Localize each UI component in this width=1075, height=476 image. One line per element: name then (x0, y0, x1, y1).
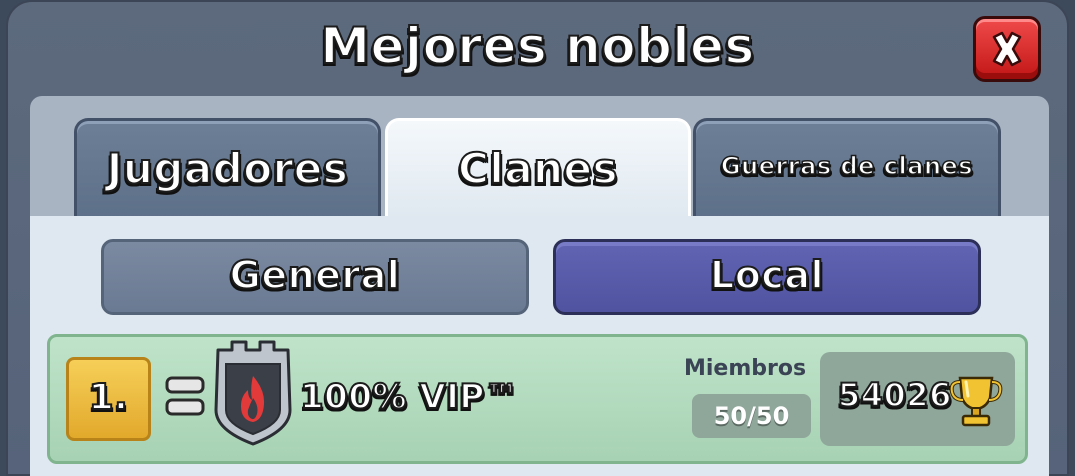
tab-clanes[interactable]: Clanes (385, 118, 691, 220)
rank-badge: 1. (66, 357, 151, 441)
scope-general-button[interactable]: General (101, 239, 529, 315)
scope-local-label: Local (709, 252, 825, 298)
clan-name: 100% VIP™ (299, 376, 520, 418)
tab-label: Jugadores (106, 143, 349, 194)
tab-label: Clanes (457, 143, 618, 194)
trophy-icon (949, 376, 1003, 427)
members-label: Miembros (684, 356, 807, 381)
tab-label: Guerras de clanes (720, 151, 974, 181)
tab-guerras-de-clanes[interactable]: Guerras de clanes (693, 118, 1001, 218)
no-change-equals-icon (165, 376, 205, 416)
trophy-count: 54026 (837, 375, 952, 415)
window-title: Mejores nobles (319, 16, 755, 76)
close-button[interactable] (973, 16, 1041, 82)
close-x-icon (992, 31, 1022, 67)
tab-jugadores[interactable]: Jugadores (74, 118, 381, 218)
clan-badge-flame-icon (214, 340, 292, 446)
scope-local-button[interactable]: Local (553, 239, 981, 315)
scope-general-label: General (229, 252, 401, 298)
members-value: 50/50 (692, 394, 811, 438)
